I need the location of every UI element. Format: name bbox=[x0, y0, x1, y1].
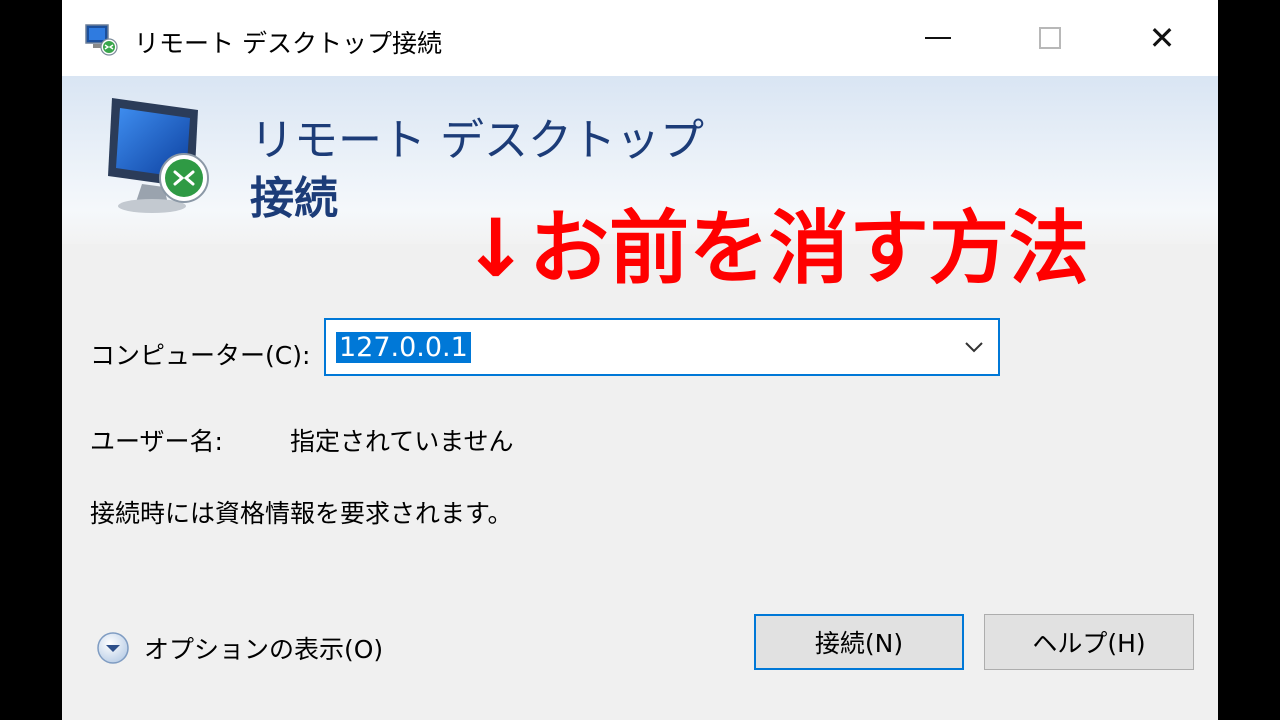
computer-combobox[interactable]: 127.0.0.1 bbox=[324, 318, 1000, 376]
remote-desktop-dialog: リモート デスクトップ接続 ✕ リモート デスクトップ 接続 ↓お前を消す方法 … bbox=[62, 0, 1218, 720]
show-options-label[interactable]: オプションの表示(O) bbox=[144, 630, 383, 666]
maximize-icon bbox=[1039, 27, 1061, 49]
computer-input-value[interactable]: 127.0.0.1 bbox=[336, 332, 471, 363]
computer-label: コンピューター(C): bbox=[90, 341, 311, 370]
connect-button[interactable]: 接続(N) bbox=[754, 614, 964, 670]
remote-desktop-icon bbox=[85, 24, 118, 56]
close-icon: ✕ bbox=[1148, 19, 1176, 57]
banner-subtitle: 接続 bbox=[250, 173, 338, 224]
help-button[interactable]: ヘルプ(H) bbox=[984, 614, 1194, 670]
title-bar[interactable]: リモート デスクトップ接続 ✕ bbox=[62, 0, 1218, 76]
minimize-icon bbox=[925, 37, 951, 39]
chevron-down-icon[interactable] bbox=[962, 338, 986, 356]
show-options-toggle[interactable]: オプションの表示(O) bbox=[96, 630, 383, 666]
banner-title: リモート デスクトップ bbox=[250, 115, 704, 166]
username-label: ユーザー名: bbox=[90, 427, 223, 456]
overlay-caption: ↓お前を消す方法 bbox=[462, 202, 1090, 295]
close-button[interactable]: ✕ bbox=[1106, 0, 1218, 76]
window-title: リモート デスクトップ接続 bbox=[134, 29, 442, 58]
minimize-button[interactable] bbox=[882, 0, 994, 76]
monitor-remote-icon bbox=[108, 98, 209, 213]
maximize-button[interactable] bbox=[994, 0, 1106, 76]
username-value: 指定されていません bbox=[290, 427, 514, 456]
credentials-note: 接続時には資格情報を要求されます。 bbox=[90, 499, 513, 528]
expand-circle-icon bbox=[97, 632, 129, 664]
